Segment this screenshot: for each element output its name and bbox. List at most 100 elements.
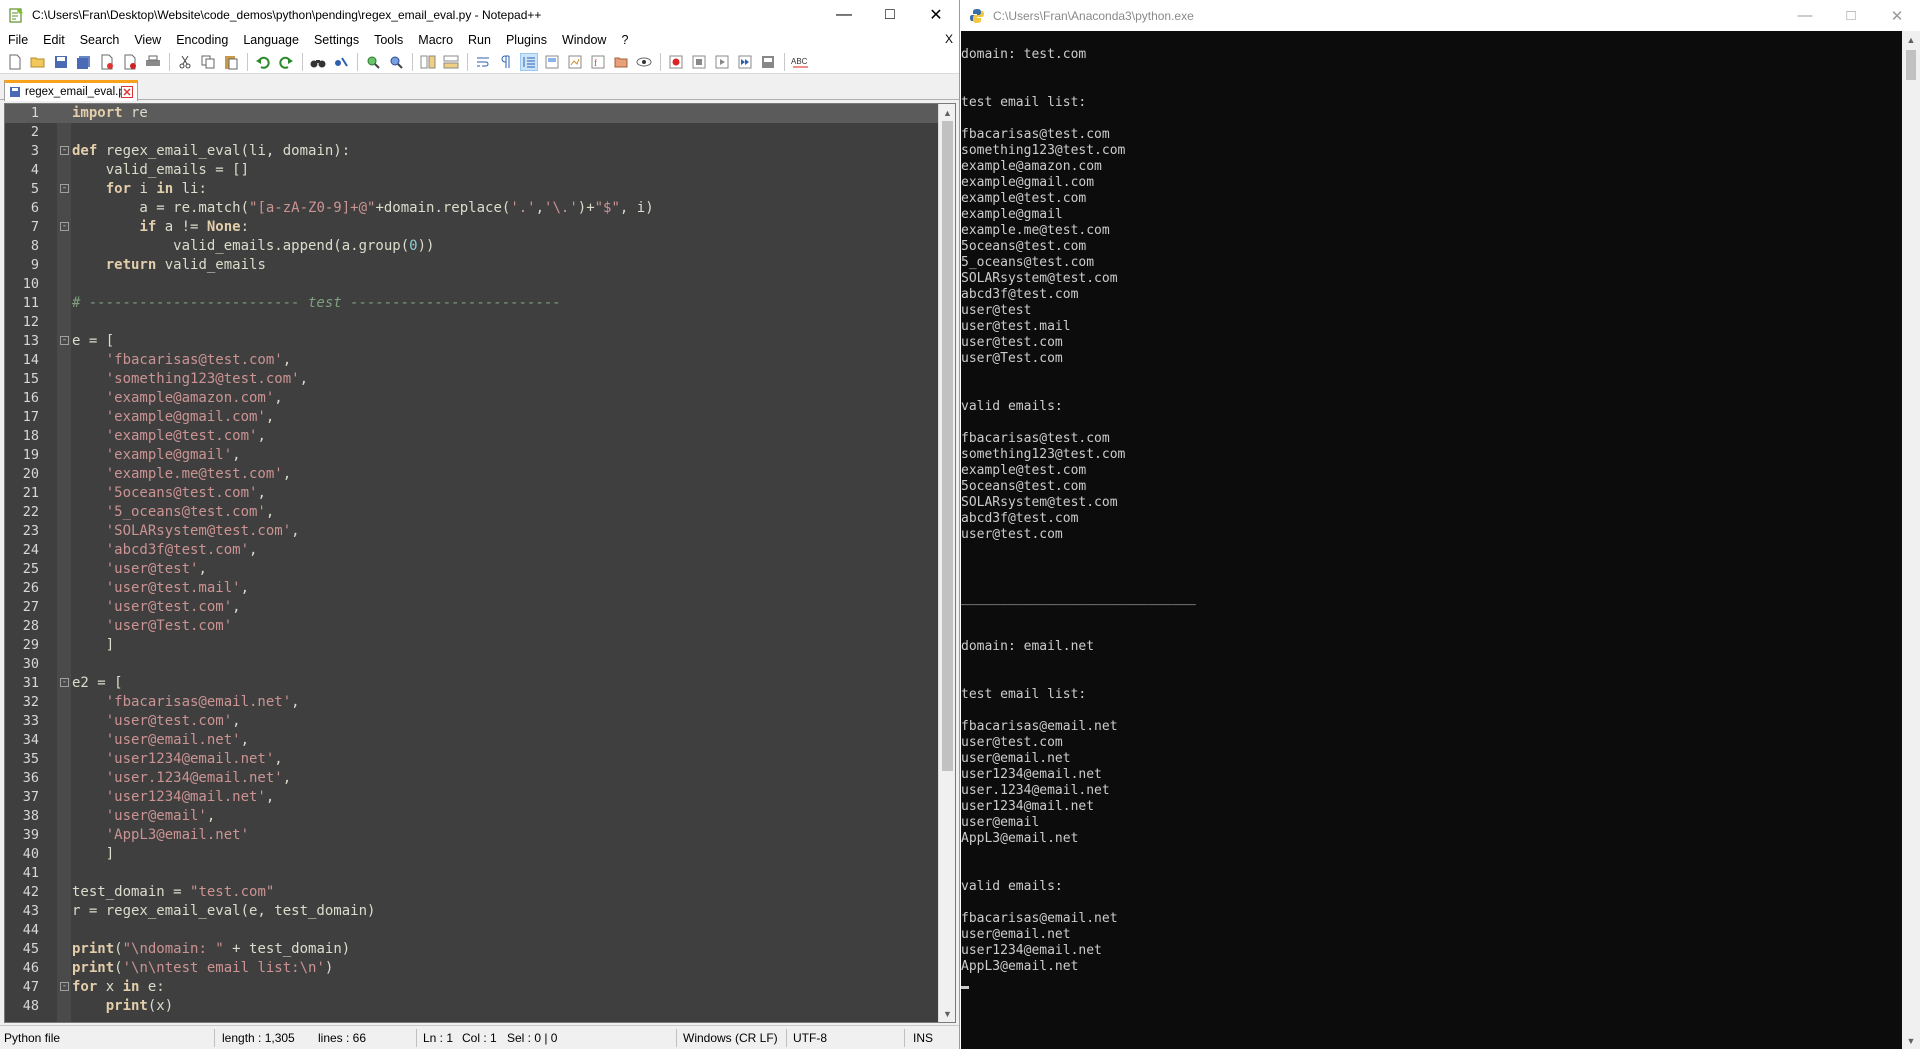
save-button[interactable] (52, 53, 70, 71)
code-line[interactable]: 3 - def regex_email_eval(li, domain): (5, 142, 939, 161)
code-line[interactable]: 2 (5, 123, 939, 142)
close-all-button[interactable] (121, 53, 139, 71)
console-close-button[interactable]: ✕ (1874, 0, 1920, 31)
code-line[interactable]: 26 'user@test.mail', (5, 579, 939, 598)
save-macro-button[interactable] (759, 53, 777, 71)
code-line[interactable]: 38 'user@email', (5, 807, 939, 826)
print-button[interactable] (144, 53, 162, 71)
code-line[interactable]: 33 'user@test.com', (5, 712, 939, 731)
close-document-button[interactable]: X (945, 32, 953, 46)
code-line[interactable]: 28 'user@Test.com' (5, 617, 939, 636)
close-file-button[interactable] (98, 53, 116, 71)
code-line[interactable]: 8 valid_emails.append(a.group(0)) (5, 237, 939, 256)
code-line[interactable]: 11 # ------------------------- test -----… (5, 294, 939, 313)
code-line[interactable]: 7 - if a != None: (5, 218, 939, 237)
fold-toggle-icon[interactable]: - (60, 184, 69, 193)
code-line[interactable]: 15 'something123@test.com', (5, 370, 939, 389)
code-line[interactable]: 47 - for x in e: (5, 978, 939, 997)
code-editor[interactable]: 1 import re 2 3- def regex_email_eval(li, do… (4, 103, 956, 1023)
save-all-button[interactable] (75, 53, 93, 71)
code-line[interactable]: 21 '5oceans@test.com', (5, 484, 939, 503)
code-line[interactable]: 30 (5, 655, 939, 674)
new-file-button[interactable] (6, 53, 24, 71)
menu-file[interactable]: File (8, 33, 28, 47)
monitoring-button[interactable] (635, 53, 653, 71)
code-line[interactable]: 35 'user1234@email.net', (5, 750, 939, 769)
cut-button[interactable] (176, 53, 194, 71)
menu-search[interactable]: Search (80, 33, 120, 47)
indent-guide-button[interactable] (520, 52, 538, 71)
close-button[interactable]: ✕ (913, 0, 959, 30)
code-line[interactable]: 22 '5_oceans@test.com', (5, 503, 939, 522)
menu-settings[interactable]: Settings (314, 33, 359, 47)
code-line[interactable]: 14 'fbacarisas@test.com', (5, 351, 939, 370)
code-line[interactable]: 24 'abcd3f@test.com', (5, 541, 939, 560)
sync-horizontal-button[interactable] (442, 53, 460, 71)
code-line[interactable]: 23 'SOLARsystem@test.com', (5, 522, 939, 541)
replace-button[interactable] (332, 53, 350, 71)
scroll-down-arrow-icon[interactable]: ▼ (939, 1005, 955, 1022)
fold-toggle-icon[interactable]: - (60, 678, 69, 687)
fold-toggle-icon[interactable]: - (60, 336, 69, 345)
show-all-characters-button[interactable] (497, 53, 515, 71)
code-line[interactable]: 36 'user.1234@email.net', (5, 769, 939, 788)
console-maximize-button[interactable]: □ (1828, 0, 1874, 31)
record-macro-button[interactable] (667, 53, 685, 71)
code-line[interactable]: 17 'example@gmail.com', (5, 408, 939, 427)
status-insert-mode[interactable]: INS (913, 1031, 933, 1045)
code-line[interactable]: 12 (5, 313, 939, 332)
code-line[interactable]: 27 'user@test.com', (5, 598, 939, 617)
word-wrap-button[interactable] (474, 53, 492, 71)
maximize-button[interactable]: □ (867, 0, 913, 30)
code-line[interactable]: 10 (5, 275, 939, 294)
undo-button[interactable] (254, 53, 272, 71)
menu-tools[interactable]: Tools (374, 33, 403, 47)
scroll-up-arrow-icon[interactable]: ▲ (1902, 31, 1920, 48)
editor-vertical-scrollbar[interactable]: ▲ ▼ (938, 104, 955, 1022)
scroll-down-arrow-icon[interactable]: ▼ (1902, 1032, 1920, 1049)
menu-help[interactable]: ? (621, 33, 628, 47)
code-line[interactable]: 19 'example@gmail', (5, 446, 939, 465)
menu-window[interactable]: Window (562, 33, 606, 47)
code-line[interactable]: 9 return valid_emails (5, 256, 939, 275)
code-line[interactable]: 1 import re (5, 104, 939, 123)
menu-view[interactable]: View (134, 33, 161, 47)
console-titlebar[interactable]: C:\Users\Fran\Anaconda3\python.exe — □ ✕ (961, 0, 1920, 31)
open-file-button[interactable] (29, 53, 47, 71)
code-line[interactable]: 37 'user1234@mail.net', (5, 788, 939, 807)
menu-run[interactable]: Run (468, 33, 491, 47)
menu-language[interactable]: Language (243, 33, 299, 47)
folder-workspace-button[interactable] (612, 53, 630, 71)
find-button[interactable] (309, 53, 327, 71)
code-line[interactable]: 44 (5, 921, 939, 940)
user-language-button[interactable] (543, 53, 561, 71)
menu-edit[interactable]: Edit (43, 33, 65, 47)
code-line[interactable]: 48 print(x) (5, 997, 939, 1016)
function-list-button[interactable]: f (589, 53, 607, 71)
notepadpp-titlebar[interactable]: C:\Users\Fran\Desktop\Website\code_demos… (0, 0, 959, 30)
menu-macro[interactable]: Macro (418, 33, 453, 47)
console-vertical-scrollbar[interactable]: ▲ ▼ (1902, 31, 1920, 1049)
code-line[interactable]: 16 'example@amazon.com', (5, 389, 939, 408)
code-line[interactable]: 32 'fbacarisas@email.net', (5, 693, 939, 712)
code-line[interactable]: 13 - e = [ (5, 332, 939, 351)
minimize-button[interactable]: — (821, 0, 867, 30)
status-eol[interactable]: Windows (CR LF) (683, 1031, 778, 1045)
zoom-in-button[interactable] (364, 53, 382, 71)
code-line[interactable]: 43 r = regex_email_eval(e, test_domain) (5, 902, 939, 921)
run-macro-multiple-button[interactable] (736, 53, 754, 71)
play-macro-button[interactable] (713, 53, 731, 71)
menu-encoding[interactable]: Encoding (176, 33, 228, 47)
scrollbar-thumb[interactable] (942, 121, 953, 771)
code-line[interactable]: 42 test_domain = "test.com" (5, 883, 939, 902)
code-line[interactable]: 46 print('\n\ntest email list:\n') (5, 959, 939, 978)
code-line[interactable]: 34 'user@email.net', (5, 731, 939, 750)
tab-close-icon[interactable] (121, 86, 133, 98)
redo-button[interactable] (277, 53, 295, 71)
code-line[interactable]: 6 a = re.match("[a-zA-Z0-9]+@"+domain.re… (5, 199, 939, 218)
paste-button[interactable] (222, 53, 240, 71)
code-line[interactable]: 39 'AppL3@email.net' (5, 826, 939, 845)
spell-check-button[interactable]: ABC (791, 53, 809, 71)
stop-macro-button[interactable] (690, 53, 708, 71)
code-line[interactable]: 29 ] (5, 636, 939, 655)
